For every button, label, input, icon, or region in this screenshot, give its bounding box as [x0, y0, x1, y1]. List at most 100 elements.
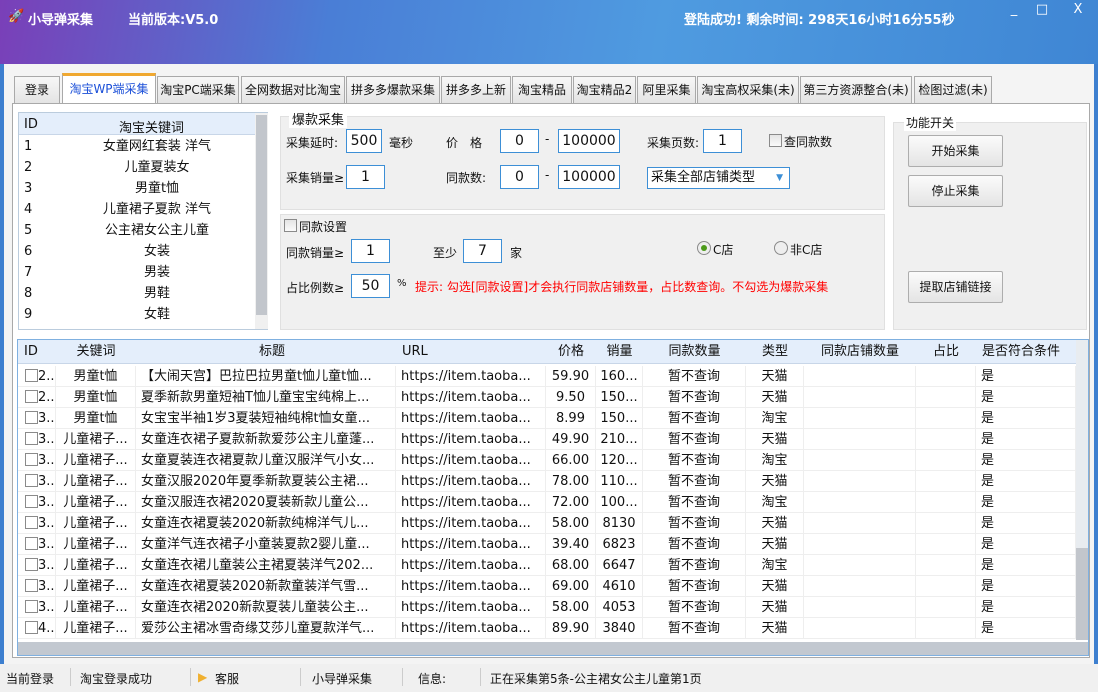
title-bar: 🚀 小导弹采集 当前版本:V5.0 登陆成功! 剩余时间: 298天16小时16…	[0, 0, 1098, 64]
result-cell	[916, 492, 976, 513]
header-8[interactable]: 同款店铺数量	[804, 340, 916, 364]
start-button[interactable]: 开始采集	[908, 135, 1003, 167]
row-checkbox[interactable]	[25, 621, 38, 634]
price-max-input[interactable]: 100000	[558, 129, 620, 153]
row-checkbox[interactable]	[25, 495, 38, 508]
row-checkbox[interactable]	[25, 474, 38, 487]
same-min-input[interactable]: 0	[500, 165, 539, 189]
row-checkbox[interactable]	[25, 537, 38, 550]
header-5[interactable]: 销量	[596, 340, 643, 364]
result-cell: 58.00	[546, 597, 596, 618]
c-shop-radio[interactable]	[697, 241, 711, 255]
close-button[interactable]: X	[1064, 0, 1092, 20]
tab-2[interactable]: 淘宝PC端采集	[157, 76, 239, 104]
tab-6[interactable]: 淘宝精品	[512, 76, 572, 104]
results-vertical-scrollbar[interactable]	[1076, 340, 1088, 640]
login-status: 登陆成功! 剩余时间: 298天16小时16分55秒	[684, 13, 955, 28]
keyword-id: 7	[24, 265, 33, 280]
result-cell: 儿童裙子...	[56, 618, 136, 639]
tab-3[interactable]: 全网数据对比淘宝	[241, 76, 345, 104]
status-info-text: 正在采集第5条-公主裙女公主儿童第1页	[490, 672, 702, 686]
tab-7[interactable]: 淘宝精品2	[573, 76, 636, 104]
keyword-row[interactable]: 2 儿童夏装女	[19, 157, 255, 178]
delay-input[interactable]: 500	[346, 129, 382, 153]
ratio-input[interactable]: 50	[351, 274, 390, 298]
result-cell: 儿童裙子...	[56, 429, 136, 450]
row-checkbox[interactable]	[25, 369, 38, 382]
result-cell	[804, 492, 916, 513]
customer-service-link[interactable]: 客服	[215, 670, 239, 687]
row-checkbox[interactable]	[25, 558, 38, 571]
keyword-row[interactable]: 7 男装	[19, 262, 255, 283]
pages-input[interactable]: 1	[703, 129, 742, 153]
check-same-label: 查同款数	[784, 135, 833, 149]
keyword-list[interactable]: ID 淘宝关键词 1 女童网红套装 洋气 2 儿童夏装女 3 男童t恤 4 儿童裙子夏款 洋气…	[18, 112, 268, 330]
row-checkbox[interactable]	[25, 579, 38, 592]
tab-9[interactable]: 淘宝高权采集(未)	[697, 76, 799, 104]
row-checkbox[interactable]	[25, 600, 38, 613]
keyword-row[interactable]: 1 女童网红套装 洋气	[19, 136, 255, 157]
sales-input[interactable]: 1	[346, 165, 385, 189]
keyword-row[interactable]: 9 女鞋	[19, 304, 255, 325]
header-1[interactable]: 关键词	[56, 340, 136, 364]
row-checkbox[interactable]	[25, 390, 38, 403]
header-9[interactable]: 占比	[916, 340, 976, 364]
tab-0[interactable]: 登录	[14, 76, 60, 104]
keyword-row[interactable]: 3 男童t恤	[19, 178, 255, 199]
price-min-input[interactable]: 0	[500, 129, 539, 153]
result-cell: 是	[976, 534, 1076, 555]
row-checkbox[interactable]	[25, 453, 38, 466]
keyword-row[interactable]: 5 公主裙女公主儿童	[19, 220, 255, 241]
row-checkbox[interactable]	[25, 516, 38, 529]
header-3[interactable]: URL	[402, 340, 552, 364]
tab-5[interactable]: 拼多多上新	[441, 76, 511, 104]
keyword-row[interactable]: 8 男鞋	[19, 283, 255, 304]
header-4[interactable]: 价格	[546, 340, 596, 364]
header-10[interactable]: 是否符合条件	[982, 340, 1082, 364]
same-sales-input[interactable]: 1	[351, 239, 390, 263]
same-max-input[interactable]: 100000	[558, 165, 620, 189]
result-cell: 暂不查询	[643, 471, 746, 492]
sales-label: 采集销量≥	[286, 171, 345, 185]
delay-unit: 毫秒	[389, 136, 414, 150]
same-settings-checkbox[interactable]	[284, 219, 297, 232]
result-cell: 210...	[596, 429, 643, 450]
result-cell: 女童汉服连衣裙2020夏装新款儿童公...	[136, 492, 396, 513]
header-7[interactable]: 类型	[746, 340, 804, 364]
header-6[interactable]: 同款数量	[643, 340, 746, 364]
tab-4[interactable]: 拼多多爆款采集	[346, 76, 440, 104]
shop-type-select[interactable]: 采集全部店铺类型 ▼	[647, 167, 790, 189]
result-cell: https://item.taoba...	[396, 387, 546, 408]
check-same-checkbox[interactable]	[769, 134, 782, 147]
header-2[interactable]: 标题	[142, 340, 402, 364]
results-horizontal-scrollbar[interactable]	[18, 642, 1088, 655]
at-least-label: 至少	[433, 246, 458, 260]
result-cell: 4610	[596, 576, 643, 597]
tab-11[interactable]: 检图过滤(未)	[914, 76, 992, 104]
at-least-input[interactable]: 7	[463, 239, 502, 263]
non-c-shop-radio[interactable]	[774, 241, 788, 255]
tab-10[interactable]: 第三方资源整合(未)	[800, 76, 912, 104]
keyword-scrollbar[interactable]	[255, 113, 268, 329]
maximize-button[interactable]: □	[1028, 0, 1056, 20]
ratio-label: 占比例数≥	[286, 281, 345, 295]
row-checkbox[interactable]	[25, 432, 38, 445]
result-cell: 儿童裙子...	[56, 597, 136, 618]
result-cell: 72.00	[546, 492, 596, 513]
result-cell: 是	[976, 492, 1076, 513]
result-cell: 4053	[596, 597, 643, 618]
keyword-row[interactable]: 4 儿童裙子夏款 洋气	[19, 199, 255, 220]
result-cell: 天猫	[746, 534, 804, 555]
keyword-row[interactable]: 6 女装	[19, 241, 255, 262]
keyword-id: 9	[24, 307, 33, 322]
row-checkbox[interactable]	[25, 411, 38, 424]
results-table: ID 关键词 标题 URL 价格 销量 同款数量 类型 同款店铺数量 占比 是否符合条件 2.. 男童…	[17, 339, 1089, 656]
stop-button[interactable]: 停止采集	[908, 175, 1003, 207]
result-cell	[916, 471, 976, 492]
extract-shop-links-button[interactable]: 提取店铺链接	[908, 271, 1003, 303]
tab-1[interactable]: 淘宝WP端采集	[62, 73, 156, 104]
minimize-button[interactable]: _	[1000, 0, 1028, 20]
result-cell	[804, 429, 916, 450]
tab-8[interactable]: 阿里采集	[637, 76, 696, 104]
keyword-id: 4	[24, 202, 33, 217]
